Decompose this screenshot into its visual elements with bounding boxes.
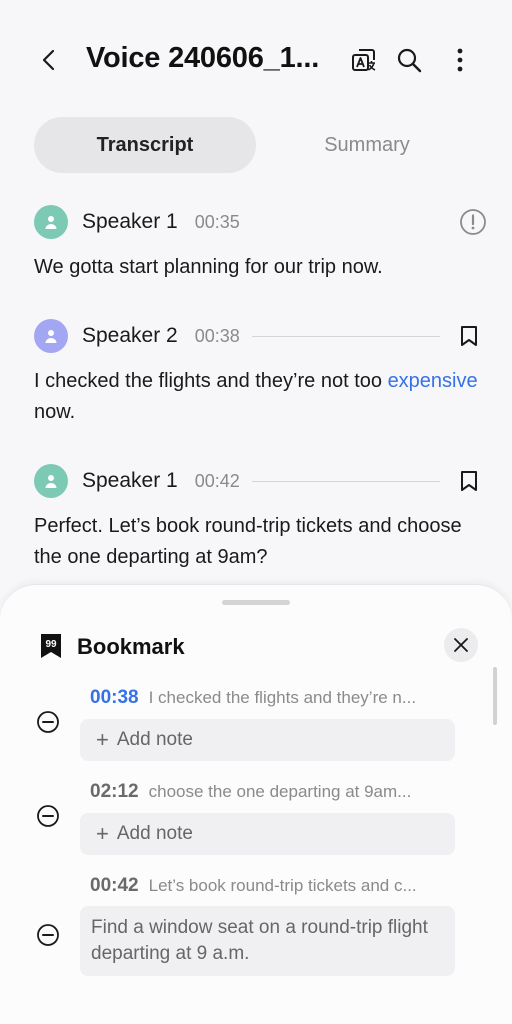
app-header: Voice 240606_1...: [0, 0, 512, 120]
bookmark-toggle[interactable]: [454, 466, 484, 496]
divider-line: [251, 480, 440, 482]
bookmark-entry-header[interactable]: 02:12 choose the one departing at 9am...: [90, 781, 460, 809]
close-icon: [454, 638, 468, 652]
translate-button[interactable]: [344, 40, 384, 80]
add-note-label: Add note: [116, 729, 193, 750]
message-text[interactable]: We gotta start planning for our trip now…: [34, 252, 484, 283]
bookmark-snippet: I checked the flights and they’re n...: [148, 688, 417, 707]
speaker-name[interactable]: Speaker 1: [82, 469, 178, 493]
tab-transcript[interactable]: Transcript: [34, 117, 256, 173]
message-text-part: Perfect. Let’s book round-trip tickets a…: [34, 515, 462, 568]
tab-summary[interactable]: Summary: [256, 117, 478, 173]
bookmark-entry-header[interactable]: 00:38 I checked the flights and they’re n…: [90, 687, 460, 715]
message-text[interactable]: I checked the flights and they’re not to…: [34, 366, 484, 428]
tab-bar: Transcript Summary: [34, 117, 478, 173]
remove-circle-icon[interactable]: [36, 923, 60, 947]
speaker-name[interactable]: Speaker 1: [82, 210, 178, 234]
plus-icon: +: [96, 821, 109, 846]
bookmark-list-icon: 99: [40, 633, 62, 664]
remove-circle-icon[interactable]: [36, 710, 60, 734]
add-note-button[interactable]: + Add note: [80, 719, 455, 761]
person-icon: [45, 216, 57, 229]
message-text[interactable]: Perfect. Let’s book round-trip tickets a…: [34, 511, 484, 573]
person-icon: [45, 330, 57, 343]
search-button[interactable]: [389, 40, 429, 80]
bookmark-snippet: Let’s book round-trip tickets and c...: [148, 876, 417, 895]
back-arrow-icon: [42, 49, 55, 71]
plus-icon: +: [96, 727, 109, 752]
remove-circle-icon[interactable]: [36, 804, 60, 828]
close-button[interactable]: [444, 628, 478, 662]
page-title: Voice 240606_1...: [86, 42, 320, 74]
speaker-avatar[interactable]: [34, 205, 68, 239]
message-timestamp[interactable]: 00:35: [195, 212, 240, 233]
speaker-row: Speaker 1 00:42: [34, 461, 484, 501]
add-note-label: Add note: [116, 823, 193, 844]
add-note-button[interactable]: + Add note: [80, 813, 455, 855]
speaker-row: Speaker 2 00:38: [34, 316, 484, 356]
speaker-name[interactable]: Speaker 2: [82, 324, 178, 348]
transcript-message: Speaker 1 00:42 Perfect. Let’s book roun…: [34, 461, 484, 573]
bookmark-entry-header[interactable]: 00:42 Let’s book round-trip tickets and c…: [90, 875, 460, 903]
bookmark-icon: [461, 326, 477, 346]
info-icon: [460, 209, 486, 235]
bookmark-note[interactable]: Find a window seat on a round-trip fligh…: [80, 906, 455, 976]
message-timestamp[interactable]: 00:42: [195, 471, 240, 492]
speaker-avatar[interactable]: [34, 319, 68, 353]
back-button[interactable]: [30, 40, 70, 80]
message-text-part: We gotta start planning for our trip now…: [34, 256, 383, 278]
bookmark-time[interactable]: 00:42: [90, 875, 139, 896]
bookmark-title: Bookmark: [77, 634, 185, 659]
speaker-row: Speaker 1 00:35: [34, 202, 486, 242]
bookmark-icon: [461, 471, 477, 491]
scrollbar[interactable]: [493, 667, 497, 725]
search-icon: [397, 48, 422, 73]
bookmark-time[interactable]: 02:12: [90, 781, 139, 802]
bookmark-toggle[interactable]: [454, 321, 484, 351]
message-text-part: now.: [34, 401, 76, 423]
person-icon: [45, 475, 57, 488]
sheet-drag-handle[interactable]: [222, 600, 290, 605]
more-vertical-icon: [457, 48, 463, 72]
highlighted-word[interactable]: expensive: [388, 370, 478, 392]
transcript-message: Speaker 2 00:38 I checked the flights an…: [34, 316, 484, 428]
bookmark-time[interactable]: 00:38: [90, 687, 139, 708]
transcript-message: Speaker 1 00:35 We gotta start planning …: [34, 202, 486, 283]
message-text-part: I checked the flights and they’re not to…: [34, 370, 388, 392]
speaker-avatar[interactable]: [34, 464, 68, 498]
bookmark-snippet: choose the one departing at 9am...: [148, 782, 412, 801]
message-timestamp[interactable]: 00:38: [195, 326, 240, 347]
bookmark-sheet: 99 Bookmark 00:38 I checked the flights a…: [0, 584, 512, 1024]
more-options-button[interactable]: [440, 40, 480, 80]
bookmark-badge-text: 99: [45, 639, 57, 650]
info-button[interactable]: [458, 207, 488, 237]
translate-icon: [352, 49, 376, 71]
divider-line: [251, 335, 440, 337]
